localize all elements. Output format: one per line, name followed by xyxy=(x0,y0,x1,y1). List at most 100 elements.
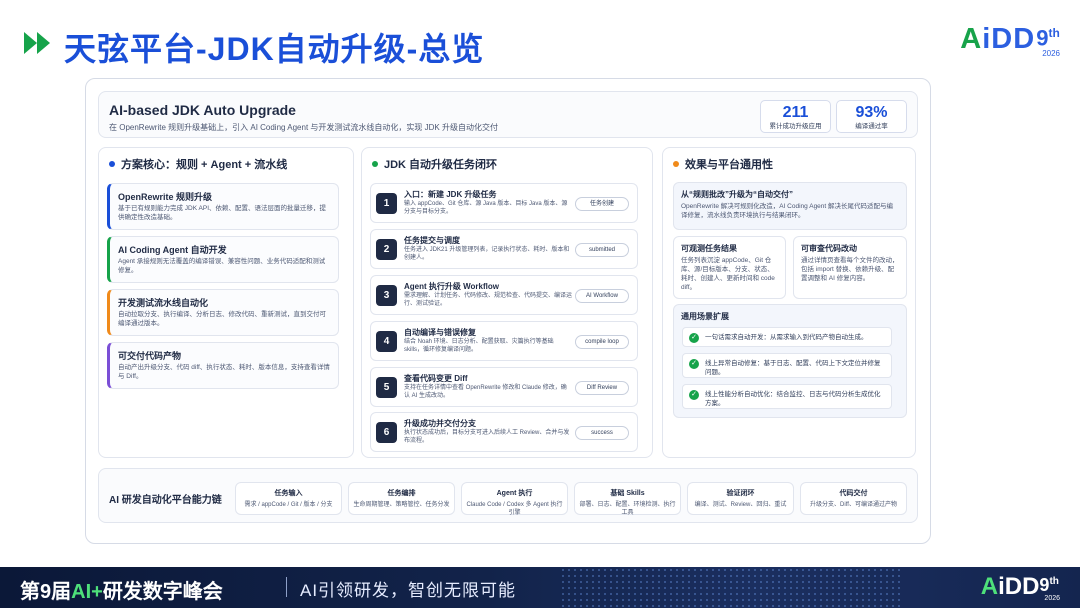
chain-item: 任务编排 生命周期管理、策略管控、任务分发 xyxy=(348,482,455,515)
scenario-item: ✓ 线上异常自动修复：基于日志、配置、代码上下文定位并修复问题。 xyxy=(682,353,892,378)
footer-logo-main: iDD xyxy=(998,573,1040,600)
card-title: 开发测试流水线自动化 xyxy=(118,298,209,308)
footer-logo-year: 2026 xyxy=(1044,595,1060,602)
card-desc: 自动产出升级分支、代码 diff、执行状态、耗时、版本信息，支持查看详情与 Di… xyxy=(118,364,330,380)
left-column: 方案核心：规则 + Agent + 流水线 OpenRewrite 规则升级 基… xyxy=(98,147,354,458)
card-desc: 自动拉取分支、执行编译、分析日志、修改代码、重新测试，直到交付可编译通过版本。 xyxy=(118,311,326,327)
step-tag: Diff Review xyxy=(575,381,629,395)
footer-aidd-logo: AiDD 9th 2026 xyxy=(981,573,1060,603)
chain-item-title: Agent 执行 xyxy=(496,490,533,497)
double-arrow-icon xyxy=(24,32,50,54)
step-title: 升级成功并交付分支 xyxy=(404,419,476,428)
step-desc: 任务进入 JDK21 升级管理列表，记录执行状态、耗时、版本和创建人。 xyxy=(404,247,570,261)
page-title: 天弦平台-JDK自动升级-总览 xyxy=(64,31,485,67)
footer-divider xyxy=(286,577,287,597)
event-slogan: AI引领研发，智创无限可能 xyxy=(300,581,517,600)
step-desc: 需求理解、计划任务、代码修改、规范检查、代码提交、编译运行、测试验证。 xyxy=(404,293,573,307)
chain-item: 基础 Skills 部署、日志、配置、环境检测、执行工具 xyxy=(574,482,681,516)
step-title: 入口：新建 JDK 升级任务 xyxy=(404,190,497,199)
chain-item-title: 验证闭环 xyxy=(726,490,755,497)
core-card-artifacts: 可交付代码产物 自动产出升级分支、代码 diff、执行状态、耗时、版本信息，支持… xyxy=(107,342,339,389)
stat-value: 93% xyxy=(855,104,888,121)
chain-item: 验证闭环 编译、测试、Review、回归、重试 xyxy=(687,482,794,515)
stat-compile-rate: 93% 编译通过率 xyxy=(836,100,907,133)
step-desc: 执行状态成功后，目标分支可进入后续人工 Review、合并与发布流程。 xyxy=(404,430,570,444)
step-desc: 支持在任务详情中查看 OpenRewrite 修改和 Claude 修改，确认 … xyxy=(404,385,567,399)
observable-result-box: 可观测任务结果 任务列表沉淀 appCode、Git 仓库、源/目标版本、分支、… xyxy=(673,236,786,299)
box-title: 可观测任务结果 xyxy=(681,244,737,253)
workflow-step: 4 自动编译与错误修复 结合 Noah 环境、日志分析、配置获取、灾篇执行等基础… xyxy=(370,321,638,361)
step-title: Agent 执行升级 Workflow xyxy=(404,282,499,291)
step-number: 4 xyxy=(376,331,397,352)
step-desc: 结合 Noah 环境、日志分析、配置获取、灾篇执行等基础 skills，循环修复… xyxy=(404,339,554,353)
chain-item-desc: Claude Code / Codex 多 Agent 执行引擎 xyxy=(466,502,563,516)
stat-label: 编译通过率 xyxy=(855,123,888,130)
chain-title: AI 研发自动化平台能力链 xyxy=(109,495,222,506)
logo-main: iDD xyxy=(982,23,1036,55)
slide-footer: 第9届AI+研发数字峰会 AI引领研发，智创无限可能 AiDD 9th 2026 xyxy=(0,567,1080,608)
workflow-step: 3 Agent 执行升级 Workflow 需求理解、计划任务、代码修改、规范检… xyxy=(370,275,638,315)
step-number: 1 xyxy=(376,193,397,214)
right-heading-text: 效果与平台通用性 xyxy=(685,159,773,171)
step-title: 查看代码变更 Diff xyxy=(404,374,468,383)
card-title: 可交付代码产物 xyxy=(118,351,182,361)
chain-item-desc: 生命周期管理、策略管控、任务分发 xyxy=(353,502,450,508)
core-card-pipeline: 开发测试流水线自动化 自动拉取分支、执行编译、分析日志、修改代码、重新测试，直到… xyxy=(107,289,339,336)
workflow-step: 2 任务提交与调度 任务进入 JDK21 升级管理列表，记录执行状态、耗时、版本… xyxy=(370,229,638,269)
footer-logo-prefix: A xyxy=(980,573,999,600)
step-title: 任务提交与调度 xyxy=(404,236,460,245)
chain-item-title: 任务编排 xyxy=(387,490,416,497)
box-desc: 通过详情页查看每个文件的改动，包括 import 替换、依赖升级、配置调整和 A… xyxy=(801,257,899,282)
scenario-text: 线上异常自动修复：基于日志、配置、代码上下文定位并修复问题。 xyxy=(705,360,881,376)
footer-logo-th: th xyxy=(1049,576,1059,587)
step-tag: submitted xyxy=(575,243,629,257)
capability-chain: AI 研发自动化平台能力链 任务输入 需求 / appCode / Git / … xyxy=(98,468,918,523)
chain-item-desc: 编译、测试、Review、回归、重试 xyxy=(694,502,787,508)
step-tag: compile loop xyxy=(575,335,629,349)
middle-column: JDK 自动升级任务闭环 1 入口：新建 JDK 升级任务 输入 appCode… xyxy=(361,147,653,458)
stat-value: 211 xyxy=(782,104,809,121)
chain-item-desc: 需求 / appCode / Git / 版本 / 分支 xyxy=(244,502,333,508)
step-tag: success xyxy=(575,426,629,440)
bullet-dot-icon xyxy=(372,161,378,167)
scenario-text: 线上性能分析自动优化：结合监控、日志与代码分析生成优化方案。 xyxy=(705,391,881,407)
card-title: OpenRewrite 规则升级 xyxy=(118,192,213,202)
scenario-title: 通用场景扩展 xyxy=(681,312,729,321)
left-heading-text: 方案核心：规则 + Agent + 流水线 xyxy=(121,159,288,171)
box-title: 可审查代码改动 xyxy=(801,244,857,253)
footer-logo-nine: 9 xyxy=(1039,575,1050,595)
logo-year: 2026 xyxy=(1042,49,1060,59)
event-ai: AI+ xyxy=(71,581,103,603)
chain-item: 任务输入 需求 / appCode / Git / 版本 / 分支 xyxy=(235,482,342,515)
event-name: 第9届AI+研发数字峰会 xyxy=(20,575,223,604)
step-tag: 任务创建 xyxy=(575,197,629,211)
left-column-heading: 方案核心：规则 + Agent + 流水线 xyxy=(109,156,287,172)
logo-nine: 9 xyxy=(1036,25,1049,51)
right-column-heading: 效果与平台通用性 xyxy=(673,156,773,172)
overview-title: AI-based JDK Auto Upgrade xyxy=(109,102,296,118)
step-number: 5 xyxy=(376,377,397,398)
check-icon: ✓ xyxy=(689,390,699,400)
step-title: 自动编译与错误修复 xyxy=(404,328,476,337)
chain-item-desc: 升级分支、Diff、可编译通过产物 xyxy=(810,502,897,508)
aidd-logo: AiDD 9th 2026 xyxy=(960,22,1060,59)
workflow-step: 6 升级成功并交付分支 执行状态成功后，目标分支可进入后续人工 Review、合… xyxy=(370,412,638,452)
step-number: 3 xyxy=(376,285,397,306)
hero-desc: OpenRewrite 解决可规则化改造，AI Coding Agent 解决长… xyxy=(681,203,894,219)
logo-th: th xyxy=(1048,26,1060,40)
event-rest: 研发数字峰会 xyxy=(102,581,223,603)
stat-apps: 211 累计成功升级应用 xyxy=(760,100,831,133)
chain-item: Agent 执行 Claude Code / Codex 多 Agent 执行引… xyxy=(461,482,568,516)
chain-item-title: 任务输入 xyxy=(274,490,303,497)
scenario-text: 一句话需求自动开发：从需求输入到代码产物自动生成。 xyxy=(705,334,868,341)
card-title: AI Coding Agent 自动开发 xyxy=(118,245,227,255)
bullet-dot-icon xyxy=(109,161,115,167)
overview-box: AI-based JDK Auto Upgrade 在 OpenRewrite … xyxy=(98,91,918,138)
right-column: 效果与平台通用性 从“规则批改”升级为“自动交付” OpenRewrite 解决… xyxy=(662,147,916,458)
chain-item-title: 代码交付 xyxy=(839,490,868,497)
middle-heading-text: JDK 自动升级任务闭环 xyxy=(384,159,498,171)
step-desc: 输入 appCode、Git 仓库、源 Java 版本、目标 Java 版本、源… xyxy=(404,201,568,215)
check-icon: ✓ xyxy=(689,333,699,343)
chain-item-desc: 部署、日志、配置、环境检测、执行工具 xyxy=(579,502,676,516)
workflow-step: 1 入口：新建 JDK 升级任务 输入 appCode、Git 仓库、源 Jav… xyxy=(370,183,638,223)
